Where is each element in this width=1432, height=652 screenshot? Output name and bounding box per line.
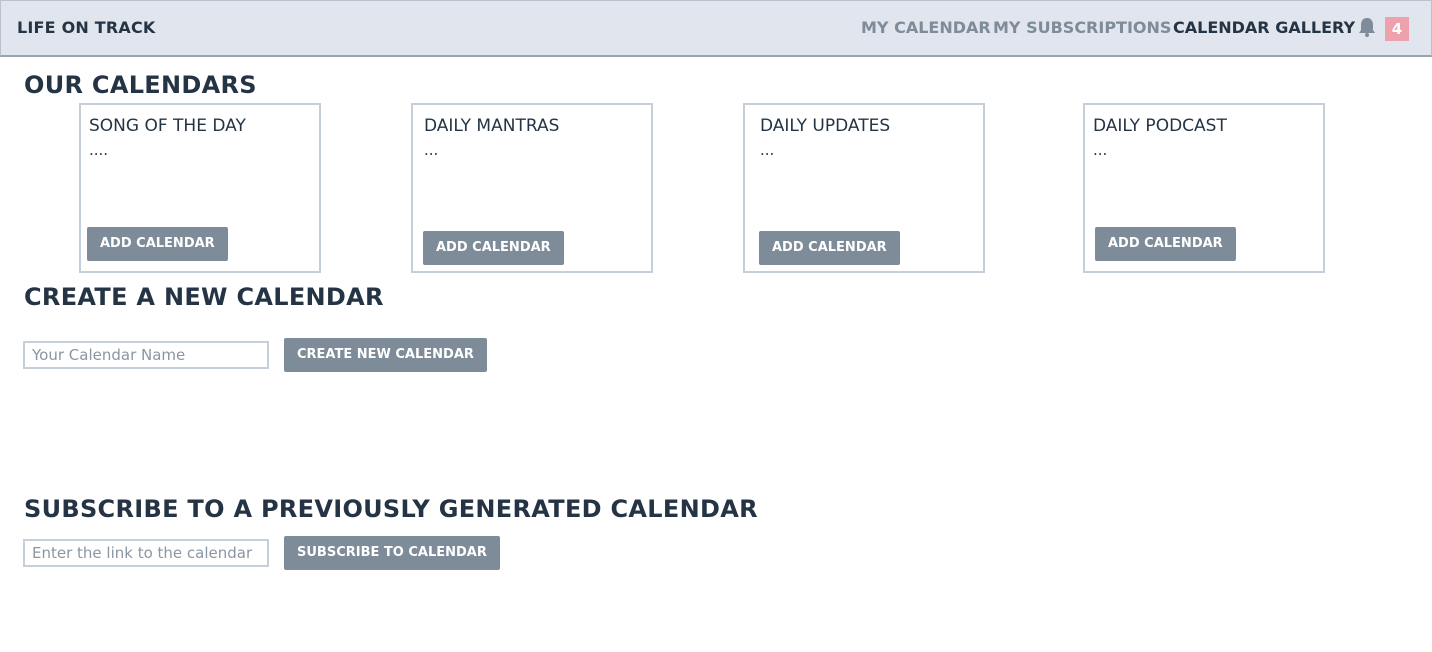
card-description: ... [760, 141, 775, 159]
create-calendar-title: CREATE A NEW CALENDAR [24, 283, 384, 311]
bell-icon[interactable] [1357, 16, 1377, 38]
card-title: DAILY MANTRAS [424, 116, 560, 136]
card-description: ... [424, 141, 439, 159]
nav-calendar-gallery[interactable]: CALENDAR GALLERY [1173, 18, 1355, 37]
card-title: DAILY UPDATES [760, 116, 891, 136]
brand-logo[interactable]: LIFE ON TRACK [17, 18, 156, 37]
calendar-card: DAILY MANTRAS ... ADD CALENDAR [411, 103, 653, 273]
add-calendar-button[interactable]: ADD CALENDAR [759, 231, 900, 265]
subscribe-to-calendar-button[interactable]: SUBSCRIBE TO CALENDAR [284, 536, 500, 570]
calendar-name-input[interactable] [23, 341, 269, 369]
our-calendars-title: OUR CALENDARS [24, 71, 257, 99]
create-new-calendar-button[interactable]: CREATE NEW CALENDAR [284, 338, 487, 372]
calendar-card: SONG OF THE DAY .... ADD CALENDAR [79, 103, 321, 273]
nav-my-calendar[interactable]: MY CALENDAR [861, 18, 991, 37]
subscribe-calendar-title: SUBSCRIBE TO A PREVIOUSLY GENERATED CALE… [24, 495, 758, 523]
card-description: ... [1093, 141, 1108, 159]
add-calendar-button[interactable]: ADD CALENDAR [87, 227, 228, 261]
nav-my-subscriptions[interactable]: MY SUBSCRIPTIONS [993, 18, 1171, 37]
calendar-card: DAILY UPDATES ... ADD CALENDAR [743, 103, 985, 273]
calendar-card: DAILY PODCAST ... ADD CALENDAR [1083, 103, 1325, 273]
notification-badge[interactable]: 4 [1385, 17, 1409, 41]
card-title: SONG OF THE DAY [89, 116, 246, 136]
add-calendar-button[interactable]: ADD CALENDAR [423, 231, 564, 265]
calendar-link-input[interactable] [23, 539, 269, 567]
add-calendar-button[interactable]: ADD CALENDAR [1095, 227, 1236, 261]
top-navbar: LIFE ON TRACK MY CALENDAR MY SUBSCRIPTIO… [0, 0, 1432, 57]
card-description: .... [89, 141, 109, 159]
card-title: DAILY PODCAST [1093, 116, 1227, 136]
